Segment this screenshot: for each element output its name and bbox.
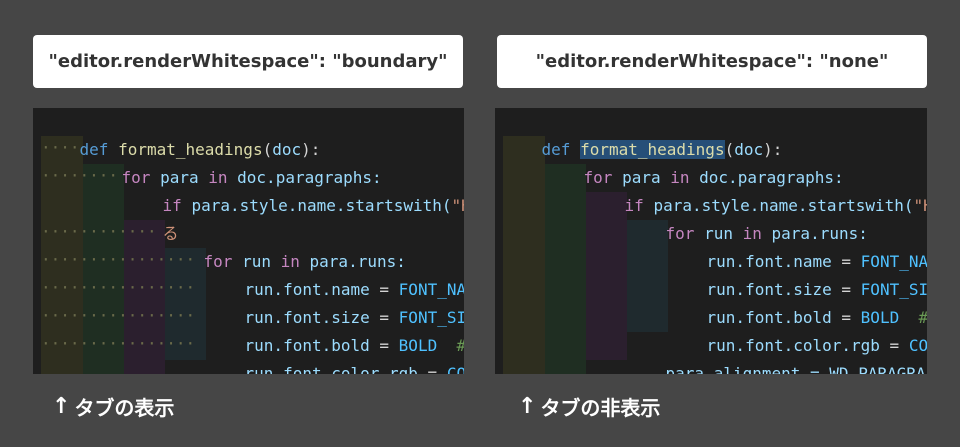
code-line-5: run.font.name = FONT_NAME [668, 220, 927, 271]
caption-tab-shown: ↑ タブの表示 [52, 388, 174, 424]
code-line-8: run.font.color.rgb = COLOR [206, 332, 464, 374]
code-line-9: para.alignment = WD_PARAGRAPH_ [627, 332, 927, 374]
code-line-1: def format_headings(doc): [503, 108, 782, 159]
up-arrow-icon: ↑ [518, 393, 537, 419]
code-line-2: for para in doc.paragraphs: [545, 136, 844, 187]
whitespace-dots: ················ [41, 306, 196, 325]
setting-label-none: "editor.renderWhitespace": "none" [497, 35, 927, 88]
code-line-2: for para in doc.paragraphs: [83, 136, 382, 187]
up-arrow-icon: ↑ [52, 393, 71, 419]
whitespace-dots: ········ [41, 166, 119, 185]
code-editor-none: def format_headings(doc): for para in do… [495, 108, 927, 374]
code-line-5: run.font.name = FONT_NAME [206, 248, 464, 299]
code-line-9: para.alignment = WD_PARAGRAPH_ [165, 360, 464, 374]
caption-tab-hidden: ↑ タブの非表示 [518, 388, 660, 424]
whitespace-dots: ················ [41, 278, 196, 297]
code-line-6: run.font.size = FONT_SIZE [206, 276, 464, 327]
code-line-7: run.font.bold = BOLD # 太 [668, 276, 927, 327]
code-line-1: def format_headings(doc): [41, 108, 321, 159]
para-alignment: para.alignment = WD_PARAGRAPH_ [665, 364, 927, 374]
whitespace-dots: ················ [41, 334, 196, 353]
code-line-3: if para.style.name.startswith("Hea [124, 164, 464, 215]
style-chain: para.style.name.startswith( [191, 196, 452, 215]
code-line-3-wrap: る [124, 192, 179, 243]
string-literal: "Hea [451, 196, 464, 215]
code-line-6: run.font.size = FONT_SIZE [668, 248, 927, 299]
code-line-7: run.font.bold = BOLD # 太 [206, 304, 464, 355]
whitespace-dots: ···· [41, 138, 80, 157]
code-line-3: if para.style.name.startswith("Hea [586, 164, 927, 215]
whitespace-dots: ················ [41, 250, 196, 269]
whitespace-dots: ············ [41, 222, 157, 241]
code-line-4: for run in para.runs: [627, 192, 868, 243]
caption-text: タブの表示 [74, 395, 175, 420]
string-literal: "Hea [913, 196, 927, 215]
caption-text: タブの非表示 [540, 395, 661, 420]
code-editor-boundary: def format_headings(doc): ···· for para … [33, 108, 464, 374]
code-line-4: for run in para.runs: [165, 220, 406, 271]
setting-label-boundary: "editor.renderWhitespace": "boundary" [33, 35, 463, 88]
code-line-8: run.font.color.rgb = COLOR [668, 304, 927, 355]
